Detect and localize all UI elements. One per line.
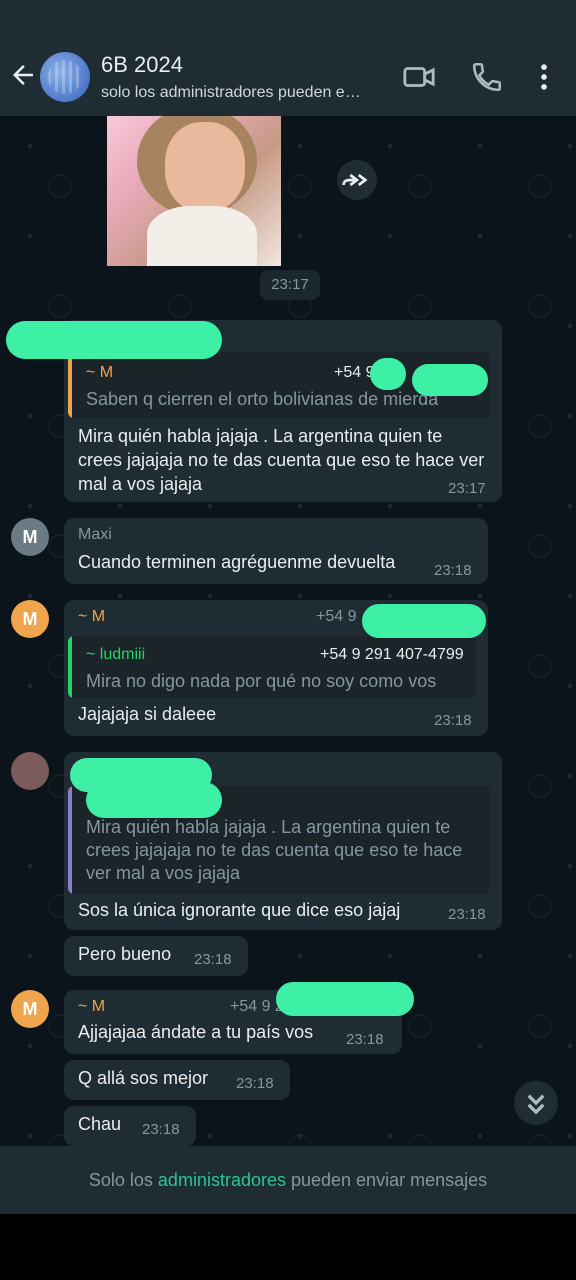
forward-icon [342,173,368,187]
forward-button[interactable] [337,160,377,200]
group-avatar[interactable] [40,52,90,102]
avatar[interactable]: M [11,990,49,1028]
message-bubble[interactable]: Q allá sos mejor 23:18 [64,1060,290,1100]
voice-call-icon[interactable] [470,60,504,94]
system-nav-bar [0,1214,576,1280]
message-time: 23:17 [260,270,320,300]
message-text: Q allá sos mejor [78,1068,209,1088]
sender-phone: +54 9 [316,608,357,625]
message-time: 23:18 [142,1121,180,1138]
message-time: 23:18 [194,951,232,968]
quoted-phone: +54 9 [334,364,375,381]
message-time: 23:18 [448,906,486,923]
message-text: Chau [78,1114,122,1134]
status-bar [0,0,576,36]
avatar[interactable]: M [11,518,49,556]
quoted-sender: ~ M [86,364,114,381]
quoted-sender: ~ ludmiii [86,646,146,663]
avatar[interactable]: M [11,600,49,638]
video-call-icon[interactable] [402,60,436,94]
double-chevron-down-icon [527,1094,545,1115]
message-bubble[interactable]: Maxi Cuando terminen agréguenme devuelta… [64,518,488,584]
redaction-mark [86,782,222,818]
message-text: Cuando terminen agréguenme devuelta [78,552,396,572]
sender-name[interactable]: ~ M [78,998,105,1016]
message-text: Ajjajajaa ándate a tu país vos [78,1022,314,1042]
sender-name[interactable]: Maxi [78,526,112,544]
notice-suffix: pueden enviar mensajes [285,1170,488,1190]
redaction-mark [6,321,222,359]
message-text: Sos la única ignorante que dice eso jaja… [78,900,401,920]
quoted-text: Mira no digo nada por qué no soy como vo… [86,671,437,691]
message-text: Mira quién habla jajaja . La argentina q… [78,426,485,494]
message-time: 23:18 [236,1075,274,1092]
redaction-mark [276,982,414,1016]
message-time: 23:18 [434,712,472,729]
message-time: 23:17 [448,480,486,497]
back-arrow-icon[interactable] [8,60,38,90]
quoted-text: Saben q cierren el orto bolivianas de mi… [86,389,439,409]
quoted-message[interactable]: ~ ludmiii +54 9 291 407-4799 Mira no dig… [68,636,476,698]
more-options-icon[interactable] [527,60,561,94]
message-text: Jajajaja si daleee [78,704,217,724]
scroll-to-bottom-button[interactable] [514,1081,558,1125]
shared-photo[interactable] [107,116,281,266]
quoted-phone: +54 9 291 407-4799 [320,646,464,663]
admin-only-notice: Solo los administradores pueden enviar m… [0,1146,576,1214]
chat-header: 6B 2024 solo los administradores pueden … [0,36,576,116]
quoted-text: Mira quién habla jajaja . La argentina q… [86,817,463,883]
message-bubble[interactable]: Chau 23:18 [64,1106,196,1146]
administrators-link[interactable]: administradores [158,1170,286,1190]
message-time: 23:18 [434,562,472,579]
redaction-mark [412,364,488,396]
avatar[interactable] [11,752,49,790]
group-title[interactable]: 6B 2024 [101,52,183,78]
group-subtitle[interactable]: solo los administradores pueden e… [101,84,386,102]
message-text: Pero bueno [78,944,172,964]
chat-area[interactable]: 23:17 ~ M +54 9 Saben q cierren el orto … [0,116,576,1146]
sender-name[interactable]: ~ M [78,608,105,626]
message-bubble[interactable]: Pero bueno 23:18 [64,936,248,976]
message-time: 23:18 [346,1031,384,1048]
redaction-mark [362,604,486,638]
redaction-mark [370,358,406,390]
notice-prefix: Solo los [88,1170,158,1190]
